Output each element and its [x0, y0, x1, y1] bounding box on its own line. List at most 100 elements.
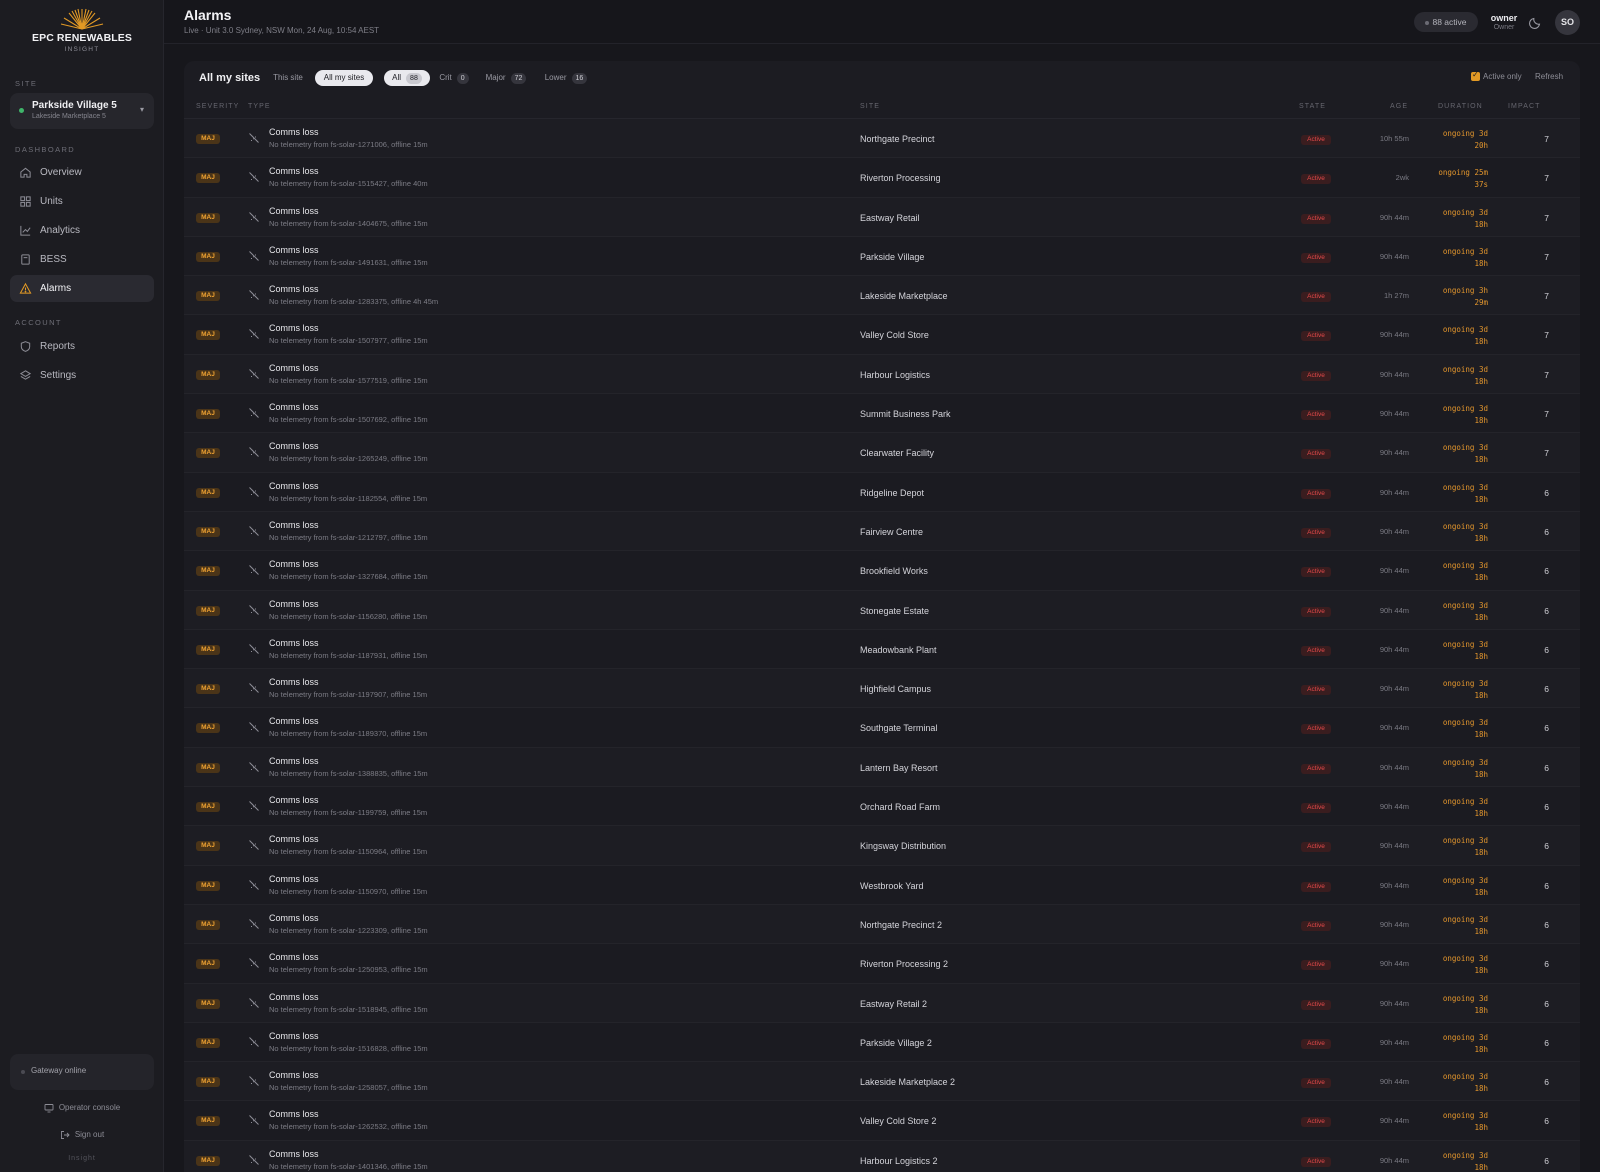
scope-this-site[interactable]: This site — [269, 70, 307, 86]
alarm-type: Comms loss — [269, 598, 319, 609]
alarm-impact: 6 — [1544, 880, 1549, 891]
site-selector[interactable]: Parkside Village 5 Lakeside Marketplace … — [10, 93, 154, 129]
alarm-site[interactable]: Lakeside Marketplace — [860, 291, 948, 301]
nav-overview[interactable]: Overview — [10, 159, 154, 186]
table-row[interactable]: MAJ Comms loss No telemetry from fs-sola… — [184, 944, 1580, 984]
alarm-description: No telemetry from fs-solar-1518945, offl… — [269, 1004, 428, 1014]
table-row[interactable]: MAJ Comms loss No telemetry from fs-sola… — [184, 1022, 1580, 1063]
scope-all-my-sites[interactable]: All my sites — [315, 70, 373, 86]
table-row[interactable]: MAJ Comms loss No telemetry from fs-sola… — [184, 629, 1580, 670]
alarm-site[interactable]: Riverton Processing 2 — [860, 959, 948, 969]
table-row[interactable]: MAJ Comms loss No telemetry from fs-sola… — [184, 1062, 1580, 1102]
alarm-site[interactable]: Northgate Precinct 2 — [860, 920, 942, 930]
alarm-site[interactable]: Parkside Village 2 — [860, 1038, 932, 1048]
state-badge: Active — [1301, 252, 1331, 263]
alarm-site[interactable]: Summit Business Park — [860, 409, 951, 419]
alarm-type: Comms loss — [269, 284, 319, 295]
table-row[interactable]: MAJ Comms loss No telemetry from fs-sola… — [184, 826, 1580, 866]
sign-out-link[interactable]: Sign out — [0, 1130, 164, 1140]
alarm-site[interactable]: Kingsway Distribution — [860, 841, 946, 851]
signal-off-icon — [249, 447, 259, 458]
alarm-duration-rest: 18h — [1474, 494, 1488, 504]
nav-settings-label: Settings — [40, 370, 77, 381]
table-row[interactable]: MAJ Comms loss No telemetry from fs-sola… — [184, 433, 1580, 473]
table-row[interactable]: MAJ Comms loss No telemetry from fs-sola… — [184, 472, 1580, 512]
table-row[interactable]: MAJ Comms loss No telemetry from fs-sola… — [184, 511, 1580, 552]
table-row[interactable]: MAJ Comms loss No telemetry from fs-sola… — [184, 354, 1580, 395]
moon-icon[interactable] — [1528, 14, 1544, 30]
table-row[interactable]: MAJ Comms loss No telemetry from fs-sola… — [184, 276, 1580, 316]
alarm-site[interactable]: Fairview Centre — [860, 527, 923, 537]
alarm-site[interactable]: Clearwater Facility — [860, 448, 934, 458]
filter-all[interactable]: All 88 — [384, 70, 430, 86]
alarm-site[interactable]: Orchard Road Farm — [860, 802, 940, 812]
operator-console-link[interactable]: Operator console — [0, 1103, 164, 1113]
alarm-site[interactable]: Westbrook Yard — [860, 881, 924, 891]
alarm-site[interactable]: Valley Cold Store — [860, 330, 929, 340]
filter-crit[interactable]: Crit 0 — [437, 70, 471, 86]
alarm-impact: 7 — [1544, 448, 1549, 459]
nav-units[interactable]: Units — [10, 188, 154, 215]
col-impact[interactable]: IMPACT — [1508, 103, 1541, 110]
table-row[interactable]: MAJ Comms loss No telemetry from fs-sola… — [184, 669, 1580, 709]
table-row[interactable]: MAJ Comms loss No telemetry from fs-sola… — [184, 708, 1580, 748]
alarm-site[interactable]: Eastway Retail — [860, 213, 920, 223]
table-row[interactable]: MAJ Comms loss No telemetry from fs-sola… — [184, 315, 1580, 355]
alarm-duration-main: ongoing 3d — [1442, 561, 1488, 571]
alarm-site[interactable]: Harbour Logistics 2 — [860, 1156, 938, 1166]
alarm-site[interactable]: Lakeside Marketplace 2 — [860, 1077, 955, 1087]
table-row[interactable]: MAJ Comms loss No telemetry from fs-sola… — [184, 904, 1580, 945]
table-row[interactable]: MAJ Comms loss No telemetry from fs-sola… — [184, 551, 1580, 591]
active-only-checkbox[interactable]: Active only — [1471, 70, 1522, 82]
alarm-site[interactable]: Valley Cold Store 2 — [860, 1116, 936, 1126]
table-row[interactable]: MAJ Comms loss No telemetry from fs-sola… — [184, 158, 1580, 198]
nav-bess[interactable]: BESS — [10, 246, 154, 273]
table-row[interactable]: MAJ Comms loss No telemetry from fs-sola… — [184, 983, 1580, 1023]
brand-logo[interactable]: EPC RENEWABLES INSIGHT — [0, 8, 164, 53]
alarm-duration-rest: 18h — [1474, 848, 1488, 858]
alarm-site[interactable]: Meadowbank Plant — [860, 645, 937, 655]
table-row[interactable]: MAJ Comms loss No telemetry from fs-sola… — [184, 865, 1580, 905]
col-duration[interactable]: DURATION — [1438, 103, 1483, 110]
alarm-site[interactable]: Harbour Logistics — [860, 370, 930, 380]
alarm-site[interactable]: Lantern Bay Resort — [860, 763, 938, 773]
col-age[interactable]: AGE — [1390, 103, 1408, 110]
alarm-site[interactable]: Highfield Campus — [860, 684, 931, 694]
alarm-site[interactable]: Riverton Processing — [860, 173, 941, 183]
signal-off-icon — [249, 172, 259, 183]
alarm-site[interactable]: Eastway Retail 2 — [860, 999, 927, 1009]
nav-alarms[interactable]: Alarms — [10, 275, 154, 302]
table-row[interactable]: MAJ Comms loss No telemetry from fs-sola… — [184, 787, 1580, 827]
alarm-duration-rest: 18h — [1474, 219, 1488, 229]
refresh-button[interactable]: Refresh — [1535, 72, 1563, 81]
col-state[interactable]: STATE — [1299, 103, 1326, 110]
active-alarms-badge[interactable]: 88 active — [1414, 12, 1478, 32]
filter-lower[interactable]: Lower 16 — [542, 70, 590, 86]
alarm-site[interactable]: Parkside Village — [860, 252, 924, 262]
alarm-site[interactable]: Northgate Precinct — [860, 134, 935, 144]
avatar[interactable]: SO — [1555, 10, 1580, 35]
nav-analytics[interactable]: Analytics — [10, 217, 154, 244]
alarm-type: Comms loss — [269, 912, 319, 923]
nav-reports[interactable]: Reports — [10, 333, 154, 360]
col-type[interactable]: TYPE — [248, 103, 271, 110]
table-row[interactable]: MAJ Comms loss No telemetry from fs-sola… — [184, 590, 1580, 630]
table-row[interactable]: MAJ Comms loss No telemetry from fs-sola… — [184, 236, 1580, 277]
nav-settings[interactable]: Settings — [10, 362, 154, 389]
table-row[interactable]: MAJ Comms loss No telemetry from fs-sola… — [184, 394, 1580, 434]
top-header: Alarms Live · Unit 3.0 Sydney, NSW Mon, … — [164, 0, 1600, 44]
alarm-site[interactable]: Brookfield Works — [860, 566, 928, 576]
alarm-site[interactable]: Ridgeline Depot — [860, 488, 924, 498]
signal-off-icon — [249, 486, 259, 497]
state-badge: Active — [1301, 410, 1331, 421]
table-row[interactable]: MAJ Comms loss No telemetry from fs-sola… — [184, 747, 1580, 788]
table-row[interactable]: MAJ Comms loss No telemetry from fs-sola… — [184, 119, 1580, 159]
alarm-site[interactable]: Southgate Terminal — [860, 723, 937, 733]
alarm-site[interactable]: Stonegate Estate — [860, 606, 929, 616]
table-row[interactable]: MAJ Comms loss No telemetry from fs-sola… — [184, 1101, 1580, 1141]
table-row[interactable]: MAJ Comms loss No telemetry from fs-sola… — [184, 197, 1580, 237]
filter-major[interactable]: Major 72 — [482, 70, 530, 86]
col-site[interactable]: SITE — [860, 103, 880, 110]
table-row[interactable]: MAJ Comms loss No telemetry from fs-sola… — [184, 1140, 1580, 1172]
col-severity[interactable]: SEVERITY — [196, 103, 239, 110]
